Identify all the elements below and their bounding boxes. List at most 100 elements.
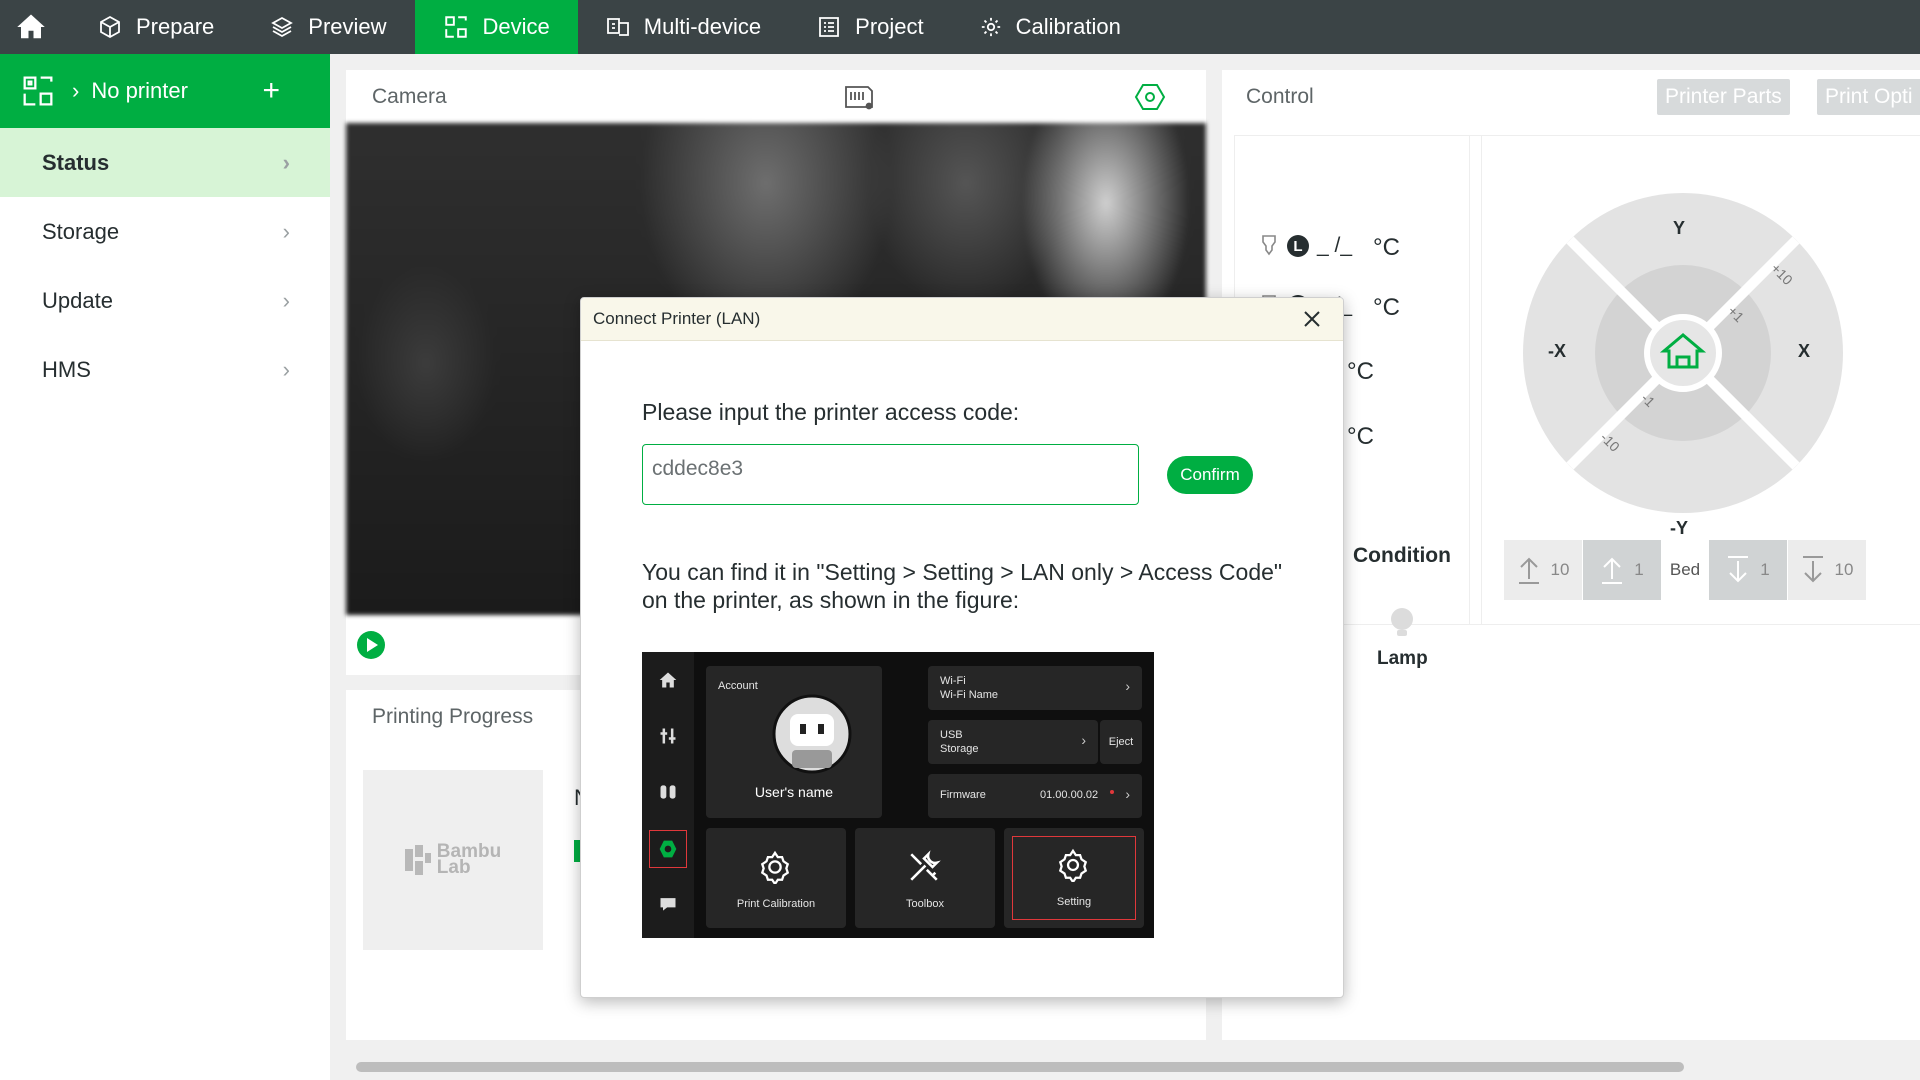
usb-card: USB Storage › [928, 720, 1098, 764]
printer-scan-icon [23, 76, 53, 106]
chevron-right-icon: › [282, 218, 290, 244]
print-thumbnail: Bambu Lab [363, 770, 543, 950]
tab-label: Prepare [136, 14, 215, 39]
toolbox-card: Toolbox [855, 828, 995, 928]
chamber-temp-unit: °C [1347, 423, 1374, 450]
device-sidebar: › No printer + Status › Storage › Update… [0, 54, 330, 1080]
bambu-logo-icon [404, 845, 431, 875]
tab-multi-device[interactable]: Multi-device [578, 0, 789, 54]
sidebar-item-label: Status [42, 149, 110, 175]
calibration-icon [760, 850, 790, 884]
jog-neg-x-label: -X [1548, 341, 1566, 361]
home-icon [17, 14, 45, 39]
tab-prepare[interactable]: Prepare [98, 0, 242, 54]
tab-label: Preview [308, 14, 387, 39]
tab-label: Calibration [1015, 14, 1121, 39]
arrow-down-icon [1802, 556, 1823, 583]
bed-temp-unit: °C [1347, 358, 1374, 385]
connect-printer-dialog: Connect Printer (LAN) Please input the p… [580, 297, 1344, 998]
jog-neg-y-label: -Y [1670, 518, 1688, 538]
access-code-help: You can find it in "Setting > Setting > … [642, 559, 1283, 613]
access-code-prompt: Please input the printer access code: [642, 399, 1020, 425]
home-icon [654, 666, 682, 694]
bed-down-1-button[interactable]: 1 [1709, 540, 1787, 600]
tune-icon [654, 722, 682, 750]
nozzle-left-value: _ /_ [1317, 234, 1353, 257]
chevron-right-icon: › [72, 78, 80, 103]
layers-icon [271, 16, 294, 38]
printer-parts-button[interactable]: Printer Parts [1657, 79, 1790, 115]
home-button[interactable] [0, 0, 62, 54]
sidebar-item-label: Storage [42, 218, 120, 244]
dialog-title: Connect Printer (LAN) [593, 309, 761, 328]
close-icon[interactable] [1303, 310, 1321, 328]
condition-label: Condition [1353, 544, 1451, 567]
top-nav-bar: Prepare Preview Device Multi-device Proj… [0, 0, 1920, 54]
gear-icon [1058, 848, 1088, 882]
camera-title: Camera [372, 84, 447, 108]
tab-preview[interactable]: Preview [242, 0, 414, 54]
cube-icon [100, 15, 120, 39]
sidebar-item-update[interactable]: Update › [0, 266, 330, 335]
setting-tab-highlight [649, 830, 687, 868]
sidebar-item-status[interactable]: Status › [0, 128, 330, 197]
tab-label: Project [855, 14, 924, 39]
chevron-right-icon: › [1125, 678, 1130, 694]
bed-up-10-button[interactable]: 10 [1504, 540, 1582, 600]
add-printer-button[interactable]: + [262, 74, 280, 108]
tab-project[interactable]: Project [789, 0, 951, 54]
control-title: Control [1246, 84, 1314, 108]
lamp-button[interactable]: Lamp [1377, 606, 1428, 670]
figure-sidebar [642, 652, 694, 938]
temp-unit: °C [1373, 234, 1400, 261]
arrow-up-icon [1602, 557, 1623, 584]
printer-selector[interactable]: › No printer + [0, 54, 330, 128]
sidebar-item-storage[interactable]: Storage › [0, 197, 330, 266]
wifi-card: Wi-Fi Wi-Fi Name › [928, 666, 1142, 710]
chevron-right-icon: › [1081, 732, 1086, 748]
camera-header: Camera [346, 70, 1206, 123]
lightbulb-icon [1391, 608, 1414, 636]
bed-down-10-button[interactable]: 10 [1788, 540, 1866, 600]
print-options-button[interactable]: Print Opti [1817, 79, 1920, 115]
firmware-card: Firmware 01.00.00.02 › [928, 774, 1142, 818]
dialog-title-bar: Connect Printer (LAN) [581, 298, 1343, 341]
chevron-right-icon: › [282, 356, 290, 382]
sd-card-icon[interactable] [843, 84, 875, 110]
printer-name: No printer [91, 78, 188, 103]
tab-label: Multi-device [643, 14, 762, 39]
bed-label: Bed [1662, 540, 1708, 600]
lamp-label: Lamp [1377, 648, 1428, 669]
bambu-logo-text: Bambu Lab [436, 841, 502, 878]
arrow-down-icon [1728, 556, 1749, 583]
multi-device-icon [606, 18, 629, 36]
tab-calibration[interactable]: Calibration [952, 0, 1149, 54]
bed-up-1-button[interactable]: 1 [1583, 540, 1661, 600]
temp-unit: °C [1373, 294, 1400, 321]
toolbox-icon [910, 850, 941, 881]
play-icon[interactable] [356, 630, 386, 660]
confirm-button[interactable]: Confirm [1167, 456, 1253, 494]
sidebar-item-hms[interactable]: HMS › [0, 335, 330, 404]
nozzle-left-temp[interactable]: L _ /_ [1259, 234, 1352, 258]
update-dot [1110, 790, 1114, 794]
setting-card: Setting [1004, 828, 1144, 928]
sidebar-item-label: Update [42, 287, 113, 313]
bed-z-controls: 10 1 Bed 1 10 [1504, 540, 1866, 600]
avatar [772, 694, 852, 774]
arrow-up-icon [1518, 557, 1539, 584]
tab-device[interactable]: Device [414, 0, 578, 54]
account-card: Account User's name [706, 666, 882, 818]
sidebar-item-label: HMS [42, 356, 91, 382]
camera-settings-icon[interactable] [1134, 82, 1166, 112]
device-icon [444, 16, 467, 38]
user-name: User's name [754, 784, 834, 800]
access-code-input[interactable] [642, 444, 1139, 505]
nozzle-icon [1262, 235, 1276, 256]
jog-y-label: Y [1673, 218, 1686, 238]
horizontal-scrollbar[interactable] [356, 1062, 1684, 1072]
jog-x-label: X [1798, 341, 1811, 361]
gear-icon [981, 17, 1000, 37]
nozzle-left-badge: L [1287, 235, 1309, 257]
control-header: Control [1222, 70, 1920, 123]
